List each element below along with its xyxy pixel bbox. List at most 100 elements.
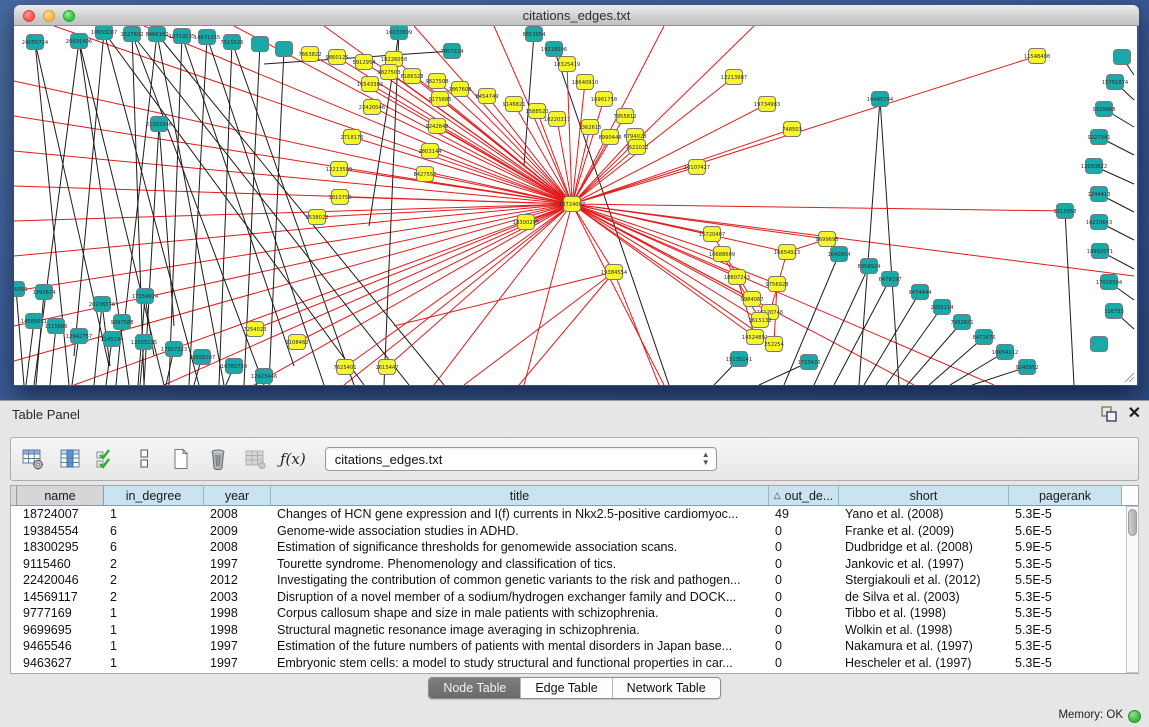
- graph-node[interactable]: 1810755: [328, 190, 351, 205]
- graph-node[interactable]: 9756928: [765, 277, 788, 292]
- graph-node[interactable]: 748503: [782, 122, 802, 137]
- function-builder-icon[interactable]: ƒ(x): [280, 450, 306, 468]
- table-cell[interactable]: Investigating the contribution of common…: [271, 572, 769, 589]
- attribute-table-icon[interactable]: [21, 447, 45, 471]
- table-cell[interactable]: 0: [769, 605, 839, 622]
- graph-node[interactable]: 15751874: [1102, 75, 1129, 90]
- black-edge[interactable]: [104, 32, 364, 385]
- graph-node[interactable]: 12093822: [1081, 159, 1107, 174]
- graph-node[interactable]: 1733426: [797, 355, 820, 370]
- table-cell[interactable]: 2: [104, 556, 204, 573]
- black-edge[interactable]: [16, 289, 24, 385]
- graph-node[interactable]: 1527602: [120, 27, 143, 42]
- graph-node[interactable]: 8454749: [475, 89, 498, 104]
- graph-node[interactable]: 8186328: [400, 69, 423, 84]
- column-header-short[interactable]: short: [839, 486, 1009, 505]
- table-cell[interactable]: 9699695: [17, 622, 104, 639]
- table-cell[interactable]: 5.9E-5: [1009, 539, 1122, 556]
- graph-node[interactable]: 5912954: [352, 55, 376, 70]
- graph-node[interactable]: 2803144: [418, 144, 442, 159]
- graph-node[interactable]: 14671355: [194, 30, 220, 45]
- graph-node[interactable]: 12213509: [326, 162, 352, 177]
- graph-node[interactable]: 2935114: [930, 300, 954, 315]
- table-cell[interactable]: 6: [104, 539, 204, 556]
- table-cell[interactable]: 5.3E-5: [1009, 506, 1122, 523]
- graph-node[interactable]: 9699695: [815, 232, 838, 247]
- table-cell[interactable]: 2: [104, 572, 204, 589]
- table-cell[interactable]: Corpus callosum shape and size in male p…: [271, 605, 769, 622]
- graph-node[interactable]: 16961758: [591, 92, 617, 107]
- graph-node[interactable]: 2867608: [448, 82, 471, 97]
- graph-node[interactable]: 116753: [1104, 304, 1124, 319]
- table-cell[interactable]: 5.3E-5: [1009, 589, 1122, 606]
- graph-node[interactable]: 12213987: [721, 70, 747, 85]
- graph-node[interactable]: 9146821: [502, 97, 525, 112]
- red-edge[interactable]: [144, 26, 572, 204]
- graph-node[interactable]: 1621022: [625, 140, 648, 155]
- table-cell[interactable]: 2012: [204, 572, 271, 589]
- black-edge[interactable]: [189, 37, 207, 385]
- table-cell[interactable]: Estimation of the future numbers of pati…: [271, 638, 769, 655]
- table-cell[interactable]: 0: [769, 556, 839, 573]
- graph-node[interactable]: 16445794: [867, 92, 894, 107]
- graph-node[interactable]: 17359924: [132, 289, 159, 304]
- column-header-title[interactable]: title: [271, 486, 769, 505]
- graph-node[interactable]: 1615447: [375, 360, 398, 375]
- table-cell[interactable]: Tourette syndrome. Phenomenology and cla…: [271, 556, 769, 573]
- row-height-icon[interactable]: [132, 447, 156, 471]
- table-cell[interactable]: 18724007: [17, 506, 104, 523]
- graph-node[interactable]: 9827508: [425, 74, 448, 89]
- graph-node[interactable]: 15720407: [699, 227, 725, 242]
- table-cell[interactable]: 9465546: [17, 638, 104, 655]
- graph-node[interactable]: 9242848: [425, 119, 448, 134]
- table-row[interactable]: 969969511998Structural magnetic resonanc…: [11, 622, 1138, 639]
- import-table-icon[interactable]: [243, 447, 267, 471]
- table-cell[interactable]: 49: [769, 506, 839, 523]
- table-cell[interactable]: 1: [104, 638, 204, 655]
- table-cell[interactable]: 2003: [204, 589, 271, 606]
- tab-network-table[interactable]: Network Table: [613, 678, 720, 698]
- table-cell[interactable]: 1997: [204, 655, 271, 672]
- graph-node[interactable]: 9860125: [325, 50, 348, 65]
- red-edge[interactable]: [722, 254, 760, 320]
- table-cell[interactable]: 0: [769, 655, 839, 672]
- graph-node[interactable]: 11548408: [1024, 49, 1050, 64]
- graph-node[interactable]: 12505135: [131, 335, 157, 350]
- table-cell[interactable]: 2: [104, 589, 204, 606]
- table-cell[interactable]: 19384554: [17, 523, 104, 540]
- black-edge[interactable]: [524, 34, 534, 166]
- red-edge[interactable]: [344, 204, 572, 385]
- red-edge[interactable]: [519, 272, 614, 385]
- graph-node[interactable]: 9827503: [377, 65, 400, 80]
- table-row[interactable]: 1938455462009Genome-wide association stu…: [11, 523, 1138, 540]
- table-cell[interactable]: 0: [769, 572, 839, 589]
- table-cell[interactable]: 2009: [204, 523, 271, 540]
- graph-node[interactable]: [1091, 337, 1108, 352]
- tab-edge-table[interactable]: Edge Table: [521, 678, 612, 698]
- table-cell[interactable]: 5.6E-5: [1009, 523, 1122, 540]
- table-cell[interactable]: 1: [104, 622, 204, 639]
- graph-node[interactable]: 19384554: [601, 265, 628, 280]
- table-cell[interactable]: 5.3E-5: [1009, 556, 1122, 573]
- graph-node[interactable]: 16782759: [221, 359, 247, 374]
- graph-node[interactable]: 7515526: [220, 35, 243, 50]
- graph-node[interactable]: 8471676: [972, 330, 995, 345]
- column-header-year[interactable]: year: [204, 486, 271, 505]
- window-titlebar[interactable]: citations_edges.txt: [14, 5, 1139, 26]
- table-row[interactable]: 1830029562008Estimation of significance …: [11, 539, 1138, 556]
- table-cell[interactable]: Hescheler et al. (1997): [839, 655, 1009, 672]
- table-cell[interactable]: 1997: [204, 556, 271, 573]
- table-cell[interactable]: Structural magnetic resonance image aver…: [271, 622, 769, 639]
- graph-node[interactable]: 1145194: [100, 332, 124, 347]
- graph-node[interactable]: 8813054: [522, 27, 546, 42]
- table-cell[interactable]: 9115460: [17, 556, 104, 573]
- table-cell[interactable]: 1998: [204, 605, 271, 622]
- graph-node[interactable]: 1393674: [32, 285, 56, 300]
- graph-node[interactable]: 12923446: [251, 369, 277, 384]
- table-cell[interactable]: 6: [104, 523, 204, 540]
- graph-node[interactable]: [1114, 50, 1131, 65]
- table-row[interactable]: 946554611997Estimation of the future num…: [11, 638, 1138, 655]
- table-cell[interactable]: 14569117: [17, 589, 104, 606]
- network-view-canvas[interactable]: 1872400718300295766382298601255912954182…: [14, 26, 1137, 385]
- red-edge[interactable]: [14, 151, 572, 204]
